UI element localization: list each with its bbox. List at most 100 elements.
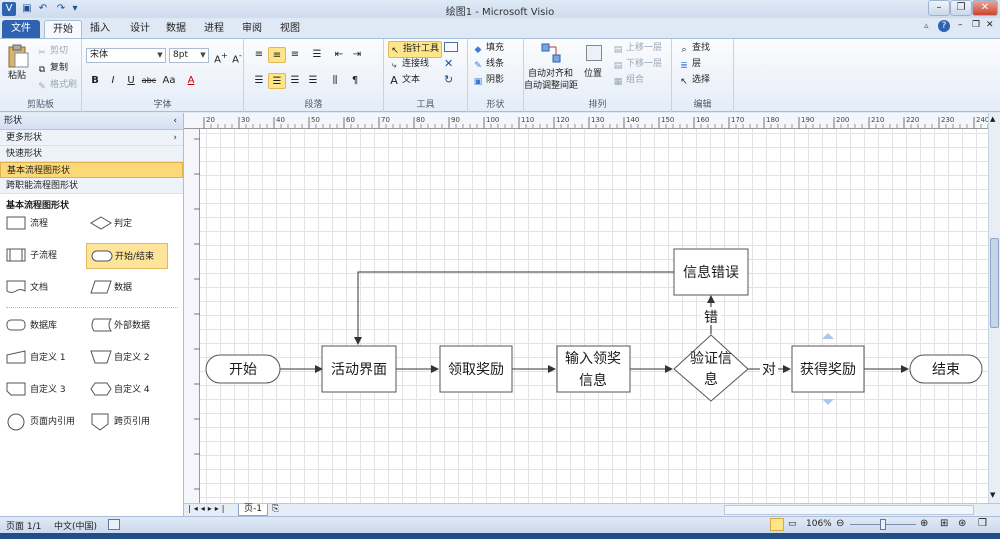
zoom-in-icon[interactable]: ⊕ <box>920 518 928 529</box>
status-language[interactable]: 中文(中国) <box>54 519 97 532</box>
auto-align-icon[interactable] <box>540 42 562 64</box>
change-case-button[interactable]: Aa <box>160 73 178 89</box>
doc-minimize-icon[interactable]: – <box>958 20 963 30</box>
close-button[interactable]: ✕ <box>972 0 998 16</box>
vertical-scrollbar[interactable]: ▲ ▼ <box>988 113 1000 503</box>
stencil-decision[interactable]: 判定 <box>86 211 168 237</box>
pan-zoom-icon[interactable]: ⊛ <box>958 518 966 529</box>
scroll-down-icon[interactable]: ▼ <box>990 491 995 499</box>
bullets-icon[interactable]: ☰ <box>308 47 326 63</box>
bold-button[interactable]: B <box>86 73 104 89</box>
fit-page-icon[interactable]: ⊞ <box>940 518 948 529</box>
page-tab-1[interactable]: 页-1 <box>238 504 268 516</box>
align-bottom-icon[interactable]: ≡ <box>286 47 304 63</box>
auto-connect-up-icon[interactable] <box>822 333 834 339</box>
full-screen-icon[interactable]: ▭ <box>788 519 797 529</box>
stencil-database[interactable]: 数据库 <box>2 313 84 339</box>
nav-more-shapes[interactable]: 更多形状 › <box>0 130 183 146</box>
font-color-button[interactable]: A <box>182 73 200 89</box>
paste-button[interactable]: 粘贴 <box>8 69 26 83</box>
increase-indent-icon[interactable]: ⇥ <box>348 47 366 63</box>
font-size-select[interactable]: 8pt ▼ <box>169 48 209 63</box>
select-button[interactable]: ↖ 选择 <box>678 73 710 88</box>
copy-button[interactable]: ⧉ 复制 <box>36 61 68 76</box>
zoom-out-icon[interactable]: ⊖ <box>836 518 844 529</box>
stencil-custom-1[interactable]: 自定义 1 <box>2 345 84 371</box>
group-button[interactable]: ▦ 组合 <box>612 73 644 88</box>
shadow-button[interactable]: ▣ 阴影 <box>472 73 504 88</box>
align-center-icon[interactable]: ☰ <box>268 73 286 89</box>
strikethrough-button[interactable]: abc <box>140 73 158 89</box>
bring-forward-button[interactable]: ▤ 上移一层 <box>612 41 662 56</box>
align-right-icon[interactable]: ☰ <box>286 73 304 89</box>
insert-page-icon[interactable]: ⎘ <box>272 504 279 514</box>
help-icon[interactable]: ? <box>938 20 950 32</box>
connector-button[interactable]: ⤷ 连接线 <box>388 57 429 72</box>
status-page[interactable]: 页面 1/1 <box>6 519 41 532</box>
vertical-scroll-thumb[interactable] <box>990 238 999 328</box>
layers-button[interactable]: ≣ 层 <box>678 57 701 72</box>
pencil-icon[interactable]: ↻ <box>444 73 453 86</box>
zoom-slider-thumb[interactable] <box>880 519 886 530</box>
tab-design[interactable]: 设计 <box>122 20 158 38</box>
pointer-tool-button[interactable]: ↖ 指针工具 <box>388 41 443 58</box>
decrease-indent-icon[interactable]: ⇤ <box>330 47 348 63</box>
line-button[interactable]: ✎ 线条 <box>472 57 504 72</box>
tab-process[interactable]: 进程 <box>196 20 232 38</box>
tab-file[interactable]: 文件 <box>2 20 40 38</box>
switch-windows-icon[interactable]: ❐ <box>978 518 987 529</box>
nav-cross-functional[interactable]: 跨职能流程图形状 <box>0 178 183 194</box>
page-nav-icons[interactable]: |◂◂▸▸| <box>188 504 227 513</box>
tab-data[interactable]: 数据 <box>158 20 194 38</box>
minimize-button[interactable]: – <box>928 0 950 16</box>
auto-connect-down-icon[interactable] <box>822 399 834 405</box>
tab-home[interactable]: 开始 <box>44 20 82 38</box>
restore-button[interactable]: ❐ <box>950 0 972 16</box>
horizontal-scrollbar[interactable] <box>724 505 974 515</box>
connector-error-ui[interactable] <box>354 271 674 345</box>
stencil-process[interactable]: 流程 <box>2 211 84 237</box>
align-middle-icon[interactable]: ≡ <box>268 47 286 63</box>
macro-record-icon[interactable] <box>108 519 120 530</box>
nav-basic-flowchart[interactable]: 基本流程图形状 <box>0 162 183 178</box>
drawing-canvas[interactable]: 开始 活动界面 领取奖励 输入领奖 信息 验证信 息 信息错误 获得奖励 结束 … <box>200 129 988 503</box>
find-button[interactable]: ⌕ 查找 <box>678 41 710 56</box>
stencil-off-page-ref[interactable]: 跨页引用 <box>86 409 168 435</box>
tab-insert[interactable]: 插入 <box>82 20 118 38</box>
text-direction-icon[interactable]: ⫼ <box>326 73 344 89</box>
doc-close-icon[interactable]: ✕ <box>986 20 994 30</box>
page-view-icon[interactable] <box>770 518 784 531</box>
italic-button[interactable]: I <box>104 73 122 89</box>
stencil-document[interactable]: 文档 <box>2 275 84 301</box>
minimize-ribbon-icon[interactable]: ▵ <box>924 21 929 31</box>
format-painter-button[interactable]: ✎ 格式刷 <box>36 78 77 93</box>
position-button[interactable]: 位置 <box>584 67 602 81</box>
font-name-select[interactable]: 宋体 ▼ <box>86 48 166 63</box>
stencil-start-end[interactable]: 开始/结束 <box>86 243 168 269</box>
text-tool-button[interactable]: A 文本 <box>388 73 420 87</box>
nav-quick-shapes[interactable]: 快速形状 <box>0 146 183 162</box>
stencil-custom-2[interactable]: 自定义 2 <box>86 345 168 371</box>
stencil-data[interactable]: 数据 <box>86 275 168 301</box>
auto-space-label[interactable]: 自动调整间距 <box>524 79 578 93</box>
doc-restore-icon[interactable]: ❐ <box>972 20 980 30</box>
stencil-external-data[interactable]: 外部数据 <box>86 313 168 339</box>
stencil-on-page-ref[interactable]: 页面内引用 <box>2 409 84 435</box>
collapse-panel-icon[interactable]: ‹ <box>173 113 177 130</box>
stencil-subprocess[interactable]: 子流程 <box>2 243 84 269</box>
zoom-level[interactable]: 106% <box>806 519 832 529</box>
cut-button[interactable]: ✂ 剪切 <box>36 44 68 59</box>
paragraph-settings-icon[interactable]: ¶ <box>346 73 364 89</box>
tab-view[interactable]: 视图 <box>272 20 308 38</box>
send-backward-button[interactable]: ▤ 下移一层 <box>612 57 662 72</box>
node-verify[interactable] <box>673 334 749 402</box>
tab-review[interactable]: 审阅 <box>234 20 270 38</box>
stencil-custom-4[interactable]: 自定义 4 <box>86 377 168 403</box>
underline-button[interactable]: U <box>122 73 140 89</box>
align-left-icon[interactable]: ☰ <box>250 73 268 89</box>
connection-point-icon[interactable]: ✕ <box>444 57 453 70</box>
rectangle-tool-icon[interactable] <box>444 42 458 52</box>
fill-button[interactable]: ◆ 填充 <box>472 41 504 56</box>
align-top-icon[interactable]: ≡ <box>250 47 268 63</box>
scroll-up-icon[interactable]: ▲ <box>990 115 995 123</box>
